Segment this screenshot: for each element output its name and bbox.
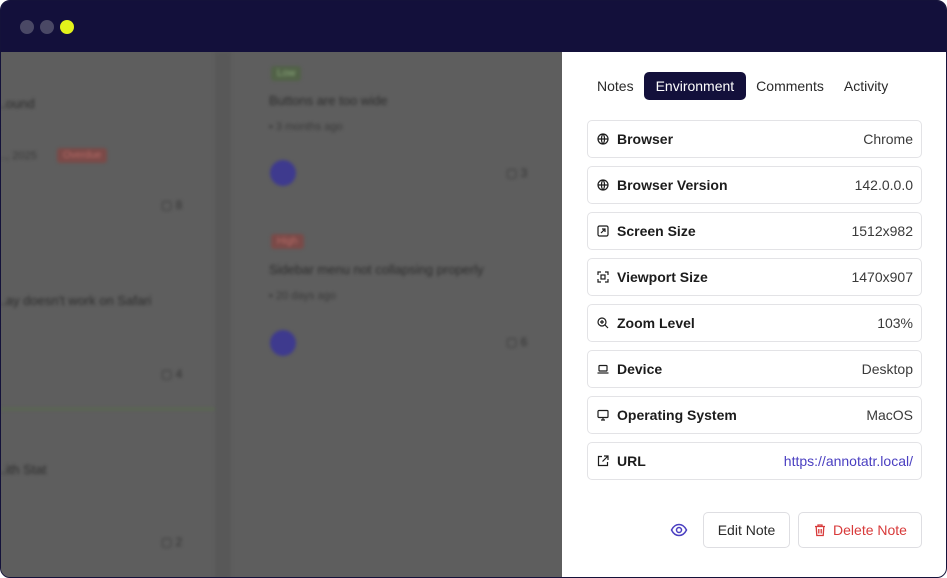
- globe-icon: [597, 179, 609, 191]
- env-value: 142.0.0.0: [854, 177, 913, 193]
- scan-icon: [597, 271, 609, 283]
- env-value: 1512x982: [851, 223, 913, 239]
- laptop-icon: [597, 363, 609, 375]
- tab-notes[interactable]: Notes: [587, 72, 644, 100]
- avatar: [270, 330, 296, 356]
- env-row-device: Device Desktop: [587, 350, 922, 388]
- env-label: URL: [617, 453, 646, 469]
- window-close-button[interactable]: [20, 20, 34, 34]
- env-value: 103%: [877, 315, 913, 331]
- tab-activity[interactable]: Activity: [834, 72, 898, 100]
- note-actions: Edit Note Delete Note: [562, 512, 946, 548]
- window-maximize-button[interactable]: [60, 20, 74, 34]
- env-label: Browser Version: [617, 177, 728, 193]
- env-label: Viewport Size: [617, 269, 708, 285]
- tab-comments[interactable]: Comments: [746, 72, 834, 100]
- external-link-icon: [597, 455, 609, 467]
- board-background: ...ound ▪ ..., 2025 Overdue ▢ 8 ...ay do…: [1, 52, 562, 577]
- env-value: MacOS: [866, 407, 913, 423]
- status-badge: Overdue: [57, 148, 108, 163]
- card-title: ...ith Stat: [1, 462, 47, 477]
- trash-icon: [815, 524, 826, 537]
- window-minimize-button[interactable]: [40, 20, 54, 34]
- zoom-in-icon: [597, 317, 609, 329]
- divider: [1, 408, 215, 410]
- tab-environment[interactable]: Environment: [643, 72, 747, 100]
- env-row-viewport-size: Viewport Size 1470x907: [587, 258, 922, 296]
- eye-icon[interactable]: [670, 521, 688, 539]
- details-panel: Notes Environment Comments Activity Brow…: [562, 52, 946, 577]
- delete-note-label: Delete Note: [833, 522, 907, 538]
- priority-badge: Low: [271, 66, 302, 81]
- edit-note-button[interactable]: Edit Note: [703, 512, 790, 548]
- env-label: Operating System: [617, 407, 737, 423]
- card-title: ...ound: [1, 96, 35, 111]
- env-row-browser: Browser Chrome: [587, 120, 922, 158]
- env-row-screen-size: Screen Size 1512x982: [587, 212, 922, 250]
- comment-count: ▢ 4: [161, 367, 183, 381]
- card-title: ...ay doesn't work on Safari: [1, 293, 152, 308]
- env-label: Screen Size: [617, 223, 696, 239]
- env-row-url: URL https://annotatr.local/: [587, 442, 922, 480]
- monitor-icon: [597, 409, 609, 421]
- resize-icon: [597, 225, 609, 237]
- env-row-zoom-level: Zoom Level 103%: [587, 304, 922, 342]
- env-label: Browser: [617, 131, 674, 147]
- env-label: Device: [617, 361, 663, 377]
- globe-icon: [597, 133, 609, 145]
- env-value: 1470x907: [851, 269, 913, 285]
- panel-tabs: Notes Environment Comments Activity: [587, 72, 898, 100]
- delete-note-button[interactable]: Delete Note: [798, 512, 922, 548]
- env-row-operating-system: Operating System MacOS: [587, 396, 922, 434]
- priority-badge: High: [271, 234, 304, 249]
- avatar: [270, 160, 296, 186]
- column-divider: [215, 52, 231, 577]
- comment-count: ▢ 8: [161, 198, 183, 212]
- env-label: Zoom Level: [617, 315, 695, 331]
- title-bar: [1, 1, 946, 52]
- environment-list: Browser Chrome Browser Version 142.0.0.0…: [587, 120, 922, 488]
- comment-count: ▢ 3: [506, 166, 528, 180]
- env-value: Chrome: [863, 131, 913, 147]
- env-value: Desktop: [861, 361, 913, 377]
- comment-count: ▢ 2: [161, 535, 183, 549]
- card-meta: ..., 2025: [1, 150, 37, 162]
- card-title: Sidebar menu not collapsing properly: [269, 262, 484, 277]
- app-window: ...ound ▪ ..., 2025 Overdue ▢ 8 ...ay do…: [0, 0, 947, 578]
- url-link[interactable]: https://annotatr.local/: [784, 453, 913, 469]
- card-meta: ▪ 3 months ago: [269, 121, 343, 133]
- comment-count: ▢ 6: [506, 335, 528, 349]
- card-meta: ▪ 20 days ago: [269, 290, 336, 302]
- card-title: Buttons are too wide: [269, 93, 388, 108]
- env-row-browser-version: Browser Version 142.0.0.0: [587, 166, 922, 204]
